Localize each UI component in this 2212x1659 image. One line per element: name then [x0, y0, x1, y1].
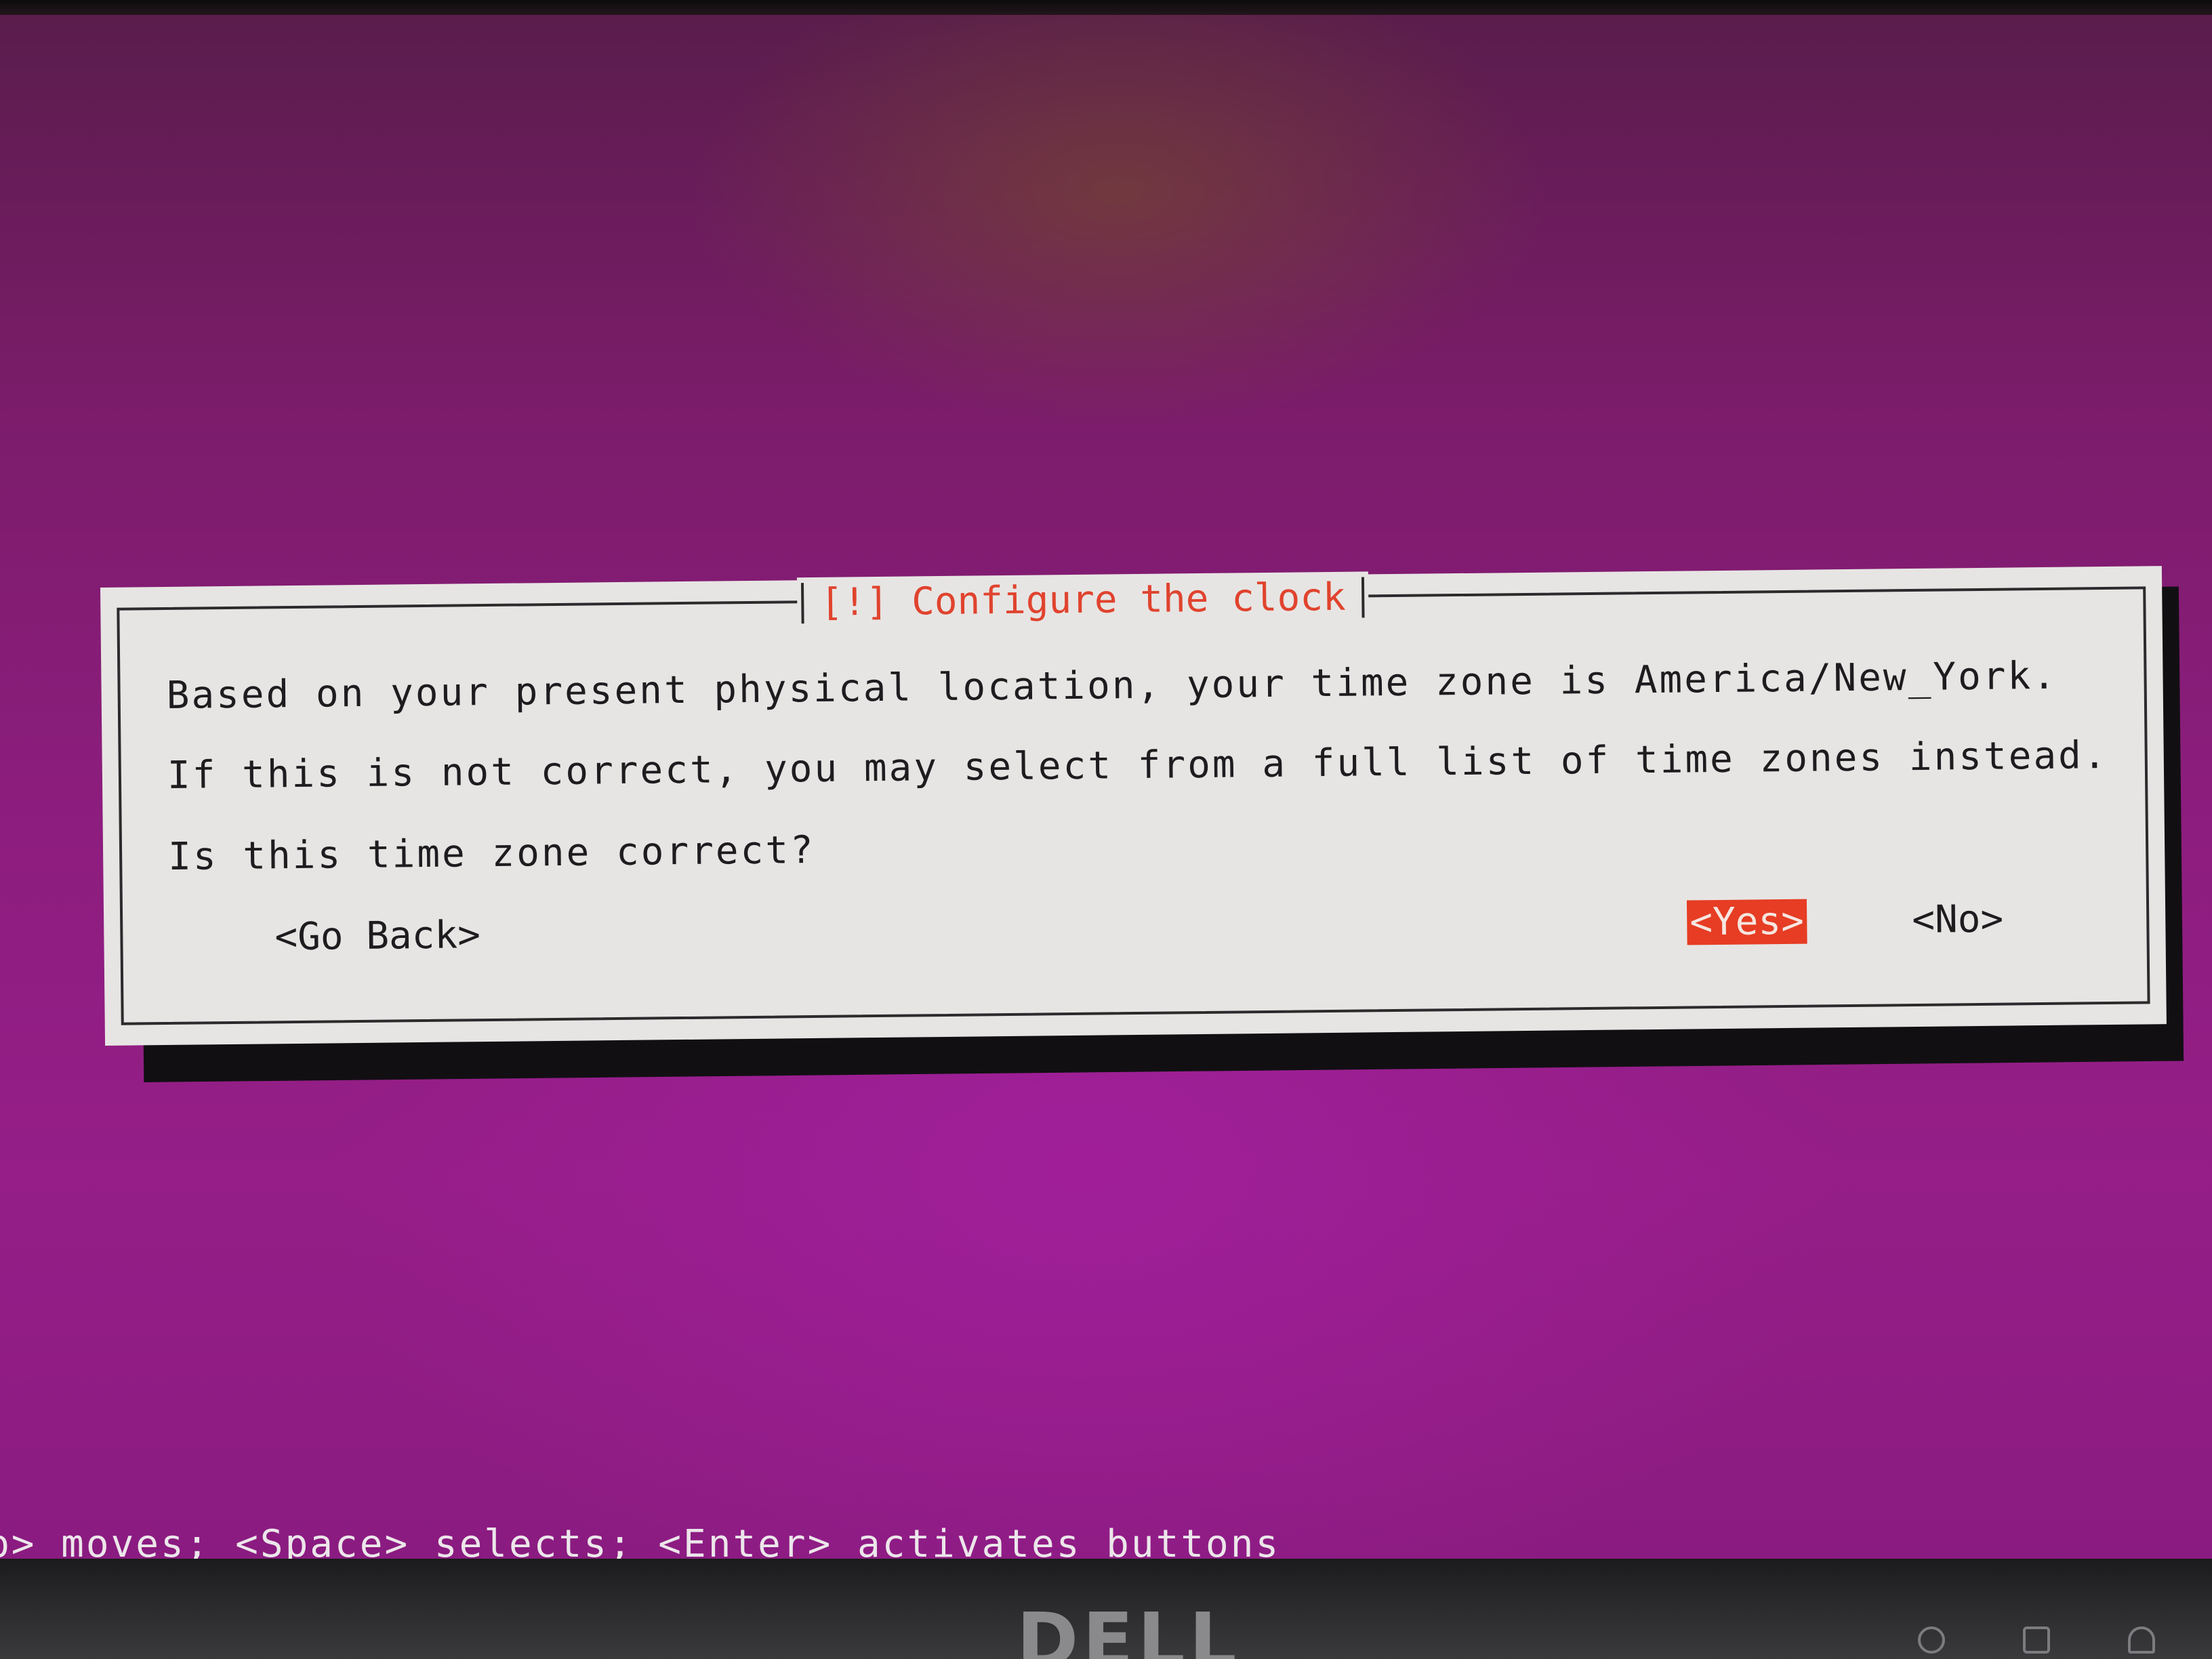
input-source-icon — [1918, 1626, 1945, 1654]
dialog-title: [!] Configure the clock — [796, 571, 1370, 630]
timezone-question-text: Is this time zone correct? — [167, 827, 816, 879]
photo: [!] Configure the clock Based on your pr… — [0, 0, 2212, 1659]
menu-icon — [2023, 1626, 2050, 1654]
timezone-alternative-text: If this is not correct, you may select f… — [167, 733, 2108, 798]
power-icon — [2128, 1626, 2155, 1654]
dialog-frame: [!] Configure the clock Based on your pr… — [117, 571, 2150, 1025]
configure-clock-dialog: [!] Configure the clock Based on your pr… — [100, 566, 2167, 1046]
go-back-button[interactable]: <Go Back> — [272, 913, 483, 960]
dell-logo: DELL — [1017, 1597, 1241, 1659]
timezone-detected-text: Based on your present physical location,… — [166, 653, 2058, 718]
no-button[interactable]: <No> — [1909, 897, 2007, 943]
yes-button[interactable]: <Yes> — [1686, 899, 1807, 945]
installer-screen: [!] Configure the clock Based on your pr… — [0, 15, 2212, 1566]
